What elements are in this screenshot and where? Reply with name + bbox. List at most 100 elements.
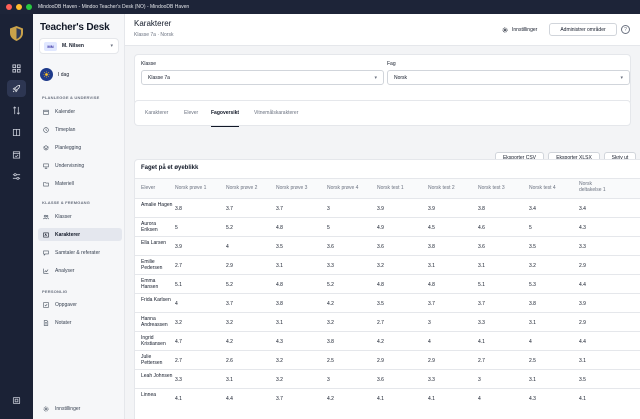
grade-cell[interactable]: 3.6 [377,377,384,383]
tab-elever[interactable]: Elever [184,110,198,127]
rail-sliders-button[interactable] [7,168,26,185]
column-header[interactable]: Norsk test 3 [478,185,505,191]
grade-cell[interactable]: 4.6 [478,225,485,231]
rail-book-button[interactable] [7,124,26,141]
column-header[interactable]: Norsk deltakelse 1 [579,181,613,193]
grade-cell[interactable]: 3.1 [276,263,283,269]
grade-cell[interactable]: 3.1 [579,358,586,364]
grade-cell[interactable]: 5.2 [226,225,233,231]
grade-cell[interactable]: 5 [529,225,532,231]
grade-cell[interactable]: 3.9 [377,206,384,212]
grade-cell[interactable]: 3.8 [428,244,435,250]
sidebar-item-notater[interactable]: Notater [38,316,122,329]
grade-cell[interactable]: 3 [327,206,330,212]
today-button[interactable]: I dag [40,68,69,81]
grade-cell[interactable]: 3.8 [276,301,283,307]
grade-cell[interactable]: 4.3 [276,339,283,345]
tab-fagoversikt[interactable]: Fagoversikt [211,110,240,127]
sidebar-item-klasser[interactable]: Klasser [38,210,122,223]
user-switcher[interactable]: MN M. Nilsen ▾ [39,38,119,54]
grade-cell[interactable]: 5.2 [327,282,334,288]
grade-cell[interactable]: 2.7 [478,358,485,364]
grade-cell[interactable]: 4.1 [428,396,435,402]
grade-cell[interactable]: 4.2 [327,396,334,402]
sidebar-item-undervisning[interactable]: Undervisning [38,159,122,172]
grade-cell[interactable]: 5.1 [478,282,485,288]
grade-cell[interactable]: 3 [428,320,431,326]
grade-cell[interactable]: 3.7 [276,396,283,402]
grade-cell[interactable]: 3.2 [276,358,283,364]
grade-cell[interactable]: 4.4 [226,396,233,402]
sidebar-item-oppgaver[interactable]: Oppgaver [38,298,122,311]
rail-device-button[interactable] [7,392,26,409]
grade-cell[interactable]: 4.1 [579,396,586,402]
grade-cell[interactable]: 3 [478,377,481,383]
grade-cell[interactable]: 3.1 [428,263,435,269]
grade-cell[interactable]: 3.9 [428,206,435,212]
grade-cell[interactable]: 3.1 [529,320,536,326]
grade-cell[interactable]: 3.2 [529,263,536,269]
grade-cell[interactable]: 4.8 [276,225,283,231]
grade-cell[interactable]: 3.7 [276,206,283,212]
grade-cell[interactable]: 3.8 [478,206,485,212]
close-window-button[interactable] [6,4,12,10]
grade-cell[interactable]: 3.3 [579,244,586,250]
grade-cell[interactable]: 4.1 [175,396,182,402]
sidebar-settings-button[interactable]: Innstillinger [38,402,122,415]
grade-cell[interactable]: 2.7 [175,358,182,364]
grade-cell[interactable]: 3.2 [226,320,233,326]
sidebar-item-analyser[interactable]: Analyser [38,264,122,277]
grade-cell[interactable]: 3.3 [428,377,435,383]
grade-cell[interactable]: 3.7 [226,206,233,212]
grade-cell[interactable]: 3.6 [327,244,334,250]
grade-cell[interactable]: 3.7 [226,301,233,307]
header-settings-button[interactable]: Innstillinger [502,23,537,36]
grade-cell[interactable]: 5.1 [175,282,182,288]
grade-cell[interactable]: 2.9 [428,358,435,364]
grade-cell[interactable]: 3.2 [276,377,283,383]
grade-cell[interactable]: 3.6 [377,244,384,250]
grade-cell[interactable]: 4.1 [377,396,384,402]
grade-cell[interactable]: 3.1 [276,320,283,326]
grade-cell[interactable]: 4.1 [478,339,485,345]
grade-cell[interactable]: 5.2 [226,282,233,288]
subject-select[interactable]: Norsk ▾ [387,70,630,85]
grade-cell[interactable]: 3.5 [377,301,384,307]
minimize-window-button[interactable] [16,4,22,10]
grade-cell[interactable]: 4.3 [579,225,586,231]
grade-cell[interactable]: 4 [428,339,431,345]
grade-cell[interactable]: 2.5 [327,358,334,364]
column-header[interactable]: Norsk prøve 4 [327,185,358,191]
grade-cell[interactable]: 2.6 [226,358,233,364]
grade-cell[interactable]: 4.2 [327,301,334,307]
grade-cell[interactable]: 3.2 [327,320,334,326]
grade-cell[interactable]: 3.9 [175,244,182,250]
grade-cell[interactable]: 4.8 [428,282,435,288]
grade-cell[interactable]: 5 [327,225,330,231]
rail-calendar-check-button[interactable] [7,146,26,163]
rail-dashboard-button[interactable] [7,60,26,77]
sidebar-item-karakterer[interactable]: Karakterer [38,228,122,241]
sidebar-item-planlegging[interactable]: Planlegging [38,141,122,154]
grade-cell[interactable]: 3.1 [226,377,233,383]
column-header[interactable]: Norsk prøve 3 [276,185,307,191]
grade-cell[interactable]: 3.3 [175,377,182,383]
grade-cell[interactable]: 3.7 [428,301,435,307]
grade-cell[interactable]: 4.4 [579,339,586,345]
grade-cell[interactable]: 3.1 [529,377,536,383]
grade-cell[interactable]: 3.4 [579,206,586,212]
grade-cell[interactable]: 3.8 [175,206,182,212]
grade-cell[interactable]: 4.9 [377,225,384,231]
sidebar-item-timeplan[interactable]: Timeplan [38,123,122,136]
class-select[interactable]: Klasse 7a ▾ [141,70,384,85]
maximize-window-button[interactable] [26,4,32,10]
grade-cell[interactable]: 3.5 [529,244,536,250]
grade-cell[interactable]: 3.3 [327,263,334,269]
rail-sync-button[interactable] [7,102,26,119]
grade-cell[interactable]: 3.3 [478,320,485,326]
tab-karakterer[interactable]: Karakterer [145,110,168,127]
help-icon[interactable]: ? [621,25,630,34]
grade-cell[interactable]: 4.2 [377,339,384,345]
grade-cell[interactable]: 4.8 [377,282,384,288]
manage-areas-button[interactable]: Administrer områder [549,23,617,36]
